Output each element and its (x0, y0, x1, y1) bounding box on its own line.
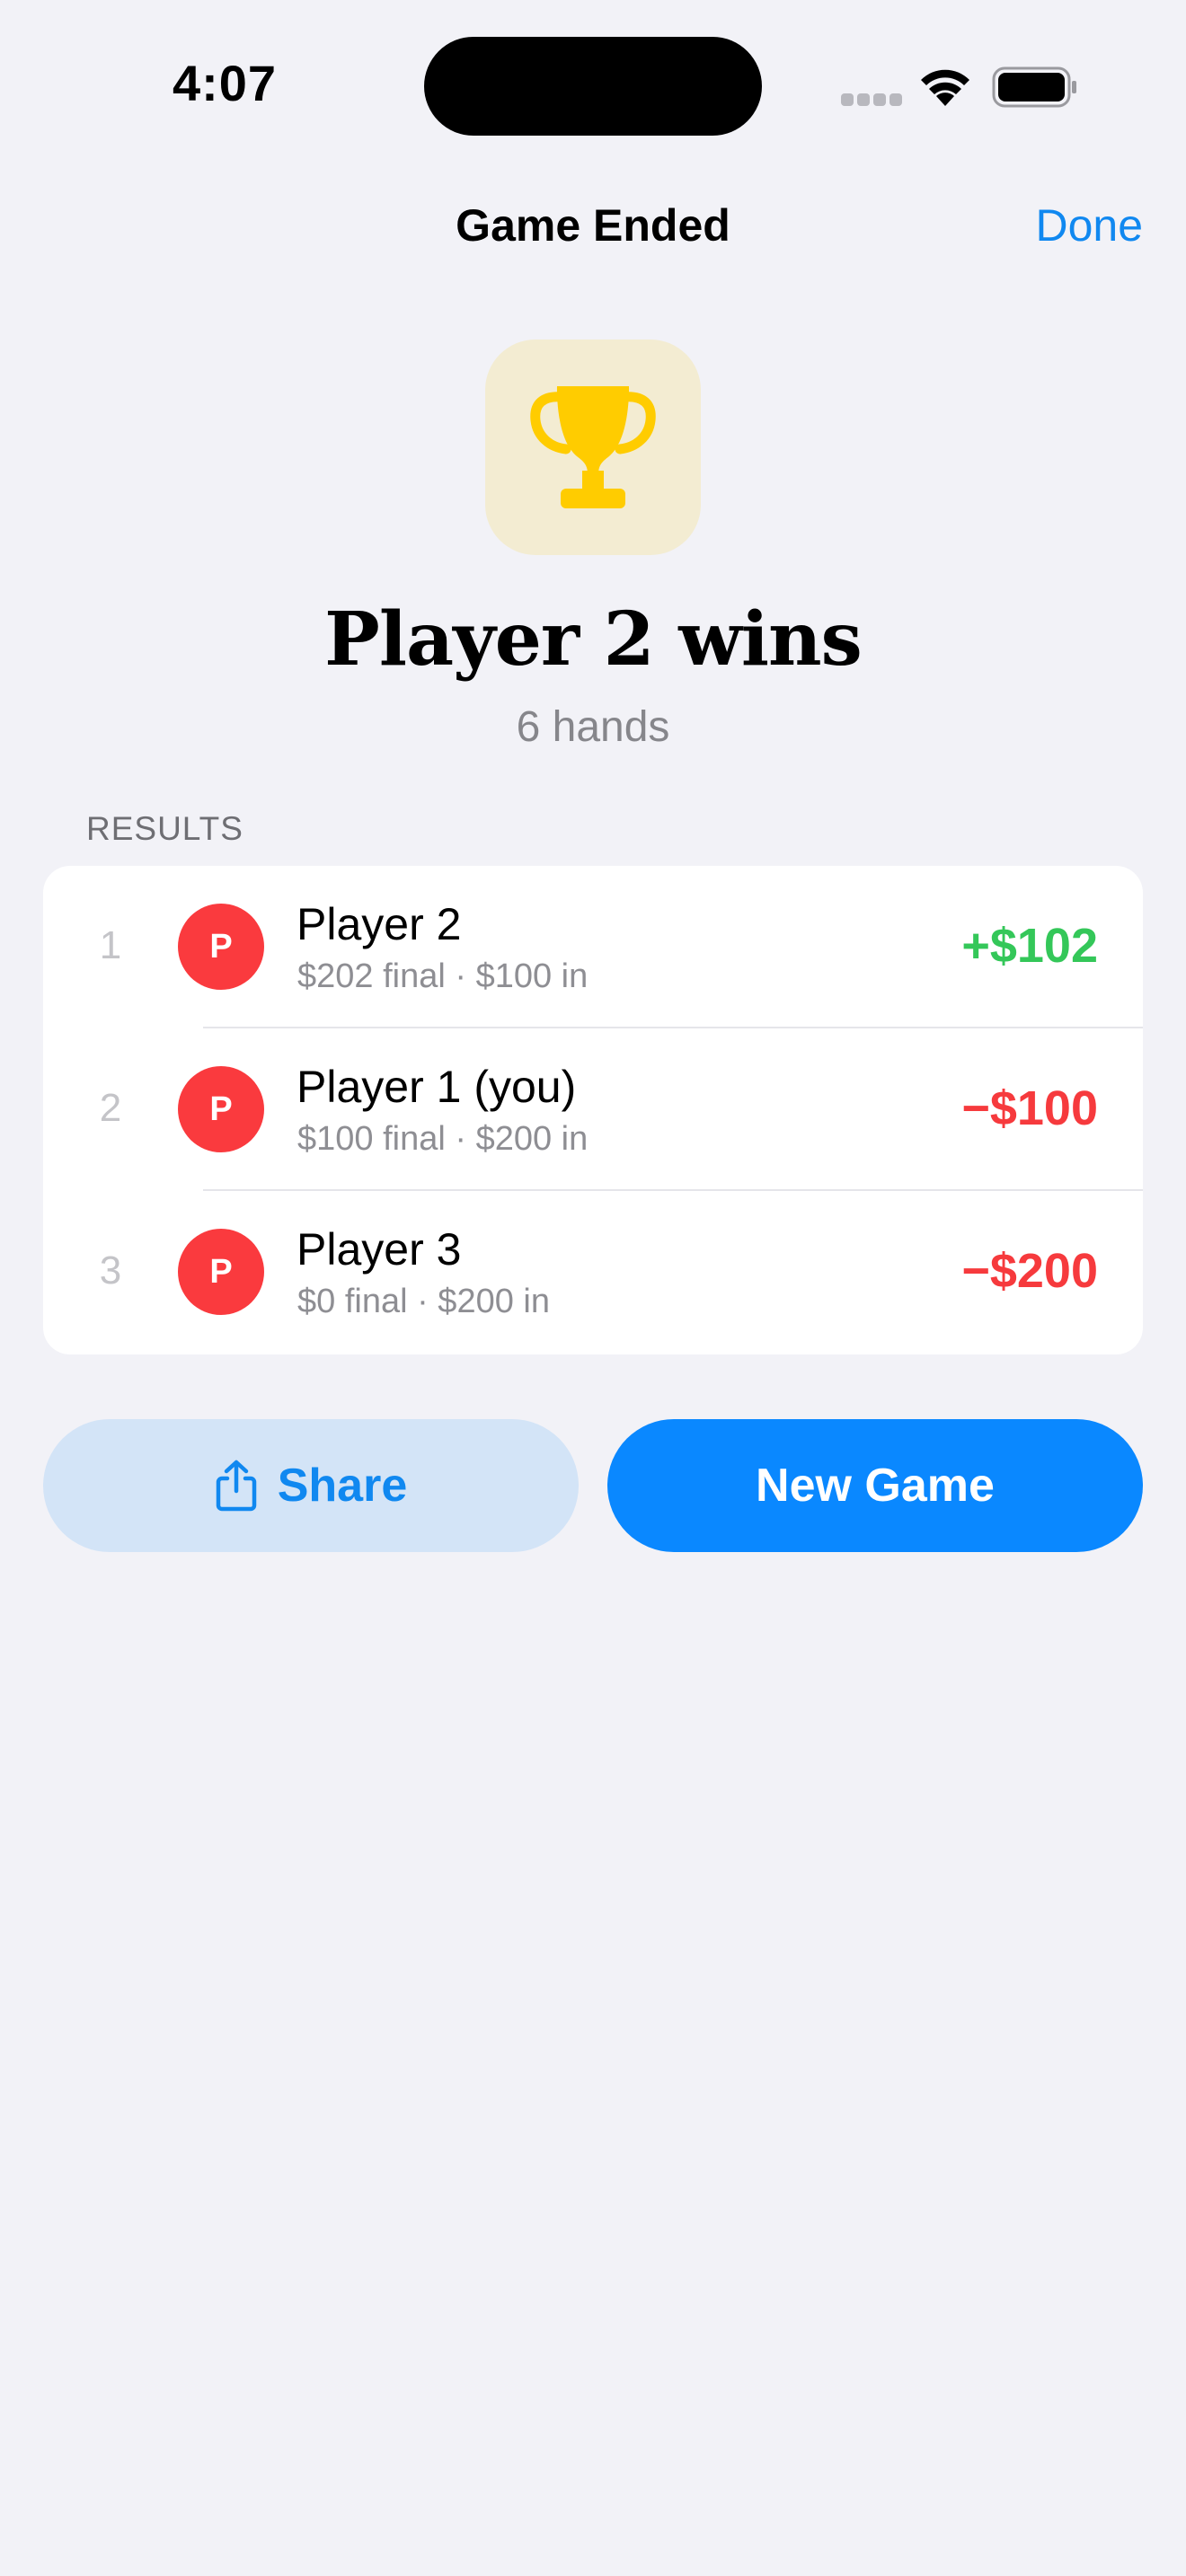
winner-title: Player 2 wins (324, 596, 863, 683)
avatar: P (178, 1066, 264, 1152)
player-detail: $202 final · $100 in (297, 957, 589, 995)
trophy-icon (530, 386, 656, 508)
result-row: 3 P Player 3 $0 final · $200 in −$200 (43, 1191, 1143, 1354)
new-game-button[interactable]: New Game (607, 1419, 1143, 1552)
player-detail: $100 final · $200 in (297, 1120, 589, 1158)
cellular-signal-icon (841, 93, 902, 106)
wifi-icon (921, 69, 969, 106)
avatar: P (178, 904, 264, 990)
avatar: P (178, 1229, 264, 1315)
results-list: 1 P Player 2 $202 final · $100 in +$102 … (43, 866, 1143, 1354)
trophy-tile (485, 340, 701, 555)
net-result: +$102 (961, 919, 1098, 973)
share-label: Share (277, 1460, 408, 1512)
rank-number: 2 (99, 1086, 122, 1130)
rank-number: 3 (99, 1248, 122, 1292)
player-name: Player 3 (296, 1224, 462, 1275)
nav-title: Game Ended (456, 200, 730, 251)
status-time: 4:07 (172, 55, 278, 111)
player-name: Player 2 (296, 899, 462, 949)
net-result: −$100 (961, 1081, 1098, 1135)
share-icon (216, 1460, 256, 1512)
player-detail: $0 final · $200 in (297, 1283, 550, 1320)
dynamic-island (424, 37, 762, 136)
player-name: Player 1 (you) (296, 1062, 577, 1112)
results-section-header: RESULTS (86, 810, 243, 847)
rank-number: 1 (99, 923, 122, 967)
share-button[interactable]: Share (43, 1419, 579, 1552)
result-row: 1 P Player 2 $202 final · $100 in +$102 (43, 866, 1143, 1028)
net-result: −$200 (961, 1244, 1098, 1298)
hands-count: 6 hands (516, 703, 670, 751)
battery-icon (992, 66, 1076, 108)
status-bar: 4:07 (0, 0, 1186, 180)
done-button[interactable]: Done (1035, 199, 1143, 251)
result-row: 2 P Player 1 (you) $100 final · $200 in … (43, 1028, 1143, 1191)
